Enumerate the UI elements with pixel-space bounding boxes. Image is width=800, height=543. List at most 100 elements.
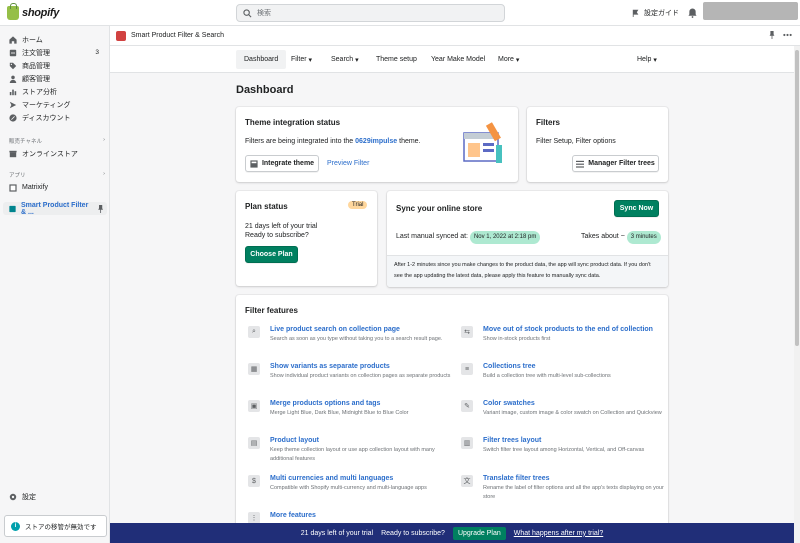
feature-item[interactable]: ▦ Show variants as separate products Show… [248, 362, 458, 381]
account-menu[interactable] [703, 2, 798, 20]
home-icon [9, 35, 17, 44]
sync-duration-value: 3 minutes [626, 231, 661, 244]
variants-icon: ▦ [248, 363, 260, 375]
preview-filter-link[interactable]: Preview Filter [327, 158, 369, 169]
feature-item[interactable]: ⌕ Live product search on collection page… [248, 325, 458, 344]
discount-icon [9, 113, 17, 122]
scrollbar[interactable] [794, 46, 800, 523]
feature-title[interactable]: Merge products options and tags [270, 399, 409, 409]
sidebar-item-settings[interactable]: 設定 [0, 490, 110, 503]
sidebar-item-orders[interactable]: 注文管理 3 [0, 46, 110, 59]
app-logo-icon [116, 30, 126, 41]
stock-icon: ⇆ [461, 326, 473, 338]
more-options-icon[interactable] [783, 31, 792, 39]
feature-title[interactable]: Show variants as separate products [270, 362, 450, 372]
plan-card-title: Plan status [245, 202, 288, 211]
chevron-right-icon[interactable]: › [103, 171, 105, 179]
chevron-right-icon[interactable]: › [103, 137, 105, 145]
trial-info-link[interactable]: What happens after my trial? [514, 530, 604, 537]
tab-filter[interactable]: Filter ▾ [283, 50, 320, 69]
feature-item[interactable]: ▣ Merge products options and tags Merge L… [248, 399, 458, 418]
pin-icon[interactable] [769, 31, 775, 39]
sidebar-item-analytics[interactable]: ストア分析 [0, 85, 110, 98]
help-menu[interactable]: Help ▾ [629, 50, 665, 69]
sidebar-item-discounts[interactable]: ディスカウント [0, 111, 110, 124]
feature-item[interactable]: 文 Translate filter trees Rename the label… [461, 474, 671, 502]
orders-icon [9, 49, 17, 56]
sidebar-item-label: 商品管理 [22, 62, 50, 70]
feature-item[interactable]: ▥ Filter trees layout Switch filter tree … [461, 436, 671, 455]
tab-dashboard[interactable]: Dashboard [236, 50, 287, 69]
tab-label: More [498, 56, 514, 63]
merge-icon: ▣ [248, 400, 260, 412]
theme-card-title: Theme integration status [245, 118, 341, 127]
search-input[interactable]: 検索 [236, 4, 505, 22]
theme-name-link[interactable]: 0629impulse [355, 138, 397, 145]
plan-status-card: Plan status Trial 21 days left of your t… [236, 191, 377, 286]
manager-filter-trees-button[interactable]: Manager Filter trees [572, 155, 659, 172]
feature-title[interactable]: Move out of stock products to the end of… [483, 325, 653, 335]
shopify-bag-icon [7, 3, 19, 20]
tab-theme-setup[interactable]: Theme setup [368, 50, 425, 69]
feature-item[interactable]: ✎ Color swatches Variant image, custom im… [461, 399, 671, 418]
feature-title[interactable]: Multi currencies and multi languages [270, 474, 427, 484]
page-title: Dashboard [236, 84, 294, 96]
columns-icon: ▥ [461, 437, 473, 449]
feature-title[interactable]: Collections tree [483, 362, 611, 372]
feature-title[interactable]: Color swatches [483, 399, 662, 409]
sidebar-item-home[interactable]: ホーム [0, 33, 110, 46]
theme-status-text: Filters are being integrated into the 06… [245, 136, 421, 147]
sales-channels-label: 販売チャネル [9, 139, 42, 145]
store-transfer-notice[interactable]: i ストアの移管が無効です [4, 515, 107, 537]
sidebar-item-online-store[interactable]: オンラインストア [0, 147, 110, 160]
sync-now-button[interactable]: Sync Now [614, 200, 659, 217]
choose-plan-button[interactable]: Choose Plan [245, 246, 298, 263]
banner-ready-text: Ready to subscribe? [381, 529, 445, 537]
tab-search[interactable]: Search ▾ [323, 50, 367, 69]
feature-item[interactable]: ⇆ Move out of stock products to the end … [461, 325, 671, 344]
tab-year-make-model[interactable]: Year Make Model [423, 50, 493, 69]
feature-desc: Build a collection tree with multi-level… [483, 373, 611, 379]
tag-icon [9, 62, 17, 69]
shopify-logo[interactable]: shopify [7, 3, 59, 20]
upgrade-plan-button[interactable]: Upgrade Plan [452, 526, 506, 540]
sidebar-item-smart-product-filter[interactable]: Smart Product Filter & ... [3, 202, 107, 216]
theme-icon [250, 159, 258, 168]
setup-guide-button[interactable]: 設定ガイド [632, 8, 679, 18]
app-header: Smart Product Filter & Search [110, 26, 800, 46]
tab-label: Year Make Model [431, 56, 486, 63]
feature-title[interactable]: Translate filter trees [483, 474, 671, 484]
feature-item[interactable]: ≡ Collections tree Build a collection tre… [461, 362, 671, 381]
sidebar-item-customers[interactable]: 顧客管理 [0, 72, 110, 85]
currency-icon: $ [248, 475, 260, 487]
filters-card-subtitle: Filter Setup, Filter options [536, 138, 616, 145]
last-synced-row: Last manual synced at: Nov 1, 2022 at 2:… [396, 231, 541, 244]
feature-title[interactable]: Filter trees layout [483, 436, 644, 446]
bell-icon[interactable] [688, 8, 697, 18]
filters-card-title: Filters [536, 118, 561, 127]
tab-more[interactable]: More ▾ [490, 50, 527, 69]
feature-title[interactable]: Product layout [270, 436, 458, 446]
pin-icon[interactable] [97, 204, 103, 213]
sync-duration-row: Takes about ~ 3 minutes [581, 231, 661, 244]
plan-ready-text: Ready to subscribe? [245, 232, 309, 239]
flag-icon [632, 9, 639, 17]
feature-title[interactable]: Live product search on collection page [270, 325, 442, 335]
feature-item[interactable]: $ Multi currencies and multi languages Co… [248, 474, 458, 493]
scroll-thumb[interactable] [795, 50, 799, 346]
sidebar-item-label: ストア分析 [22, 88, 57, 96]
feature-desc: Merge Light Blue, Dark Blue, Midnight Bl… [270, 410, 409, 416]
palette-icon: ✎ [461, 400, 473, 412]
tree-icon: ≡ [461, 363, 473, 375]
sidebar-item-label: 顧客管理 [22, 75, 50, 83]
manager-filter-trees-label: Manager Filter trees [588, 160, 655, 167]
feature-title[interactable]: More features [270, 511, 316, 521]
sidebar-item-products[interactable]: 商品管理 [0, 59, 110, 72]
gear-icon [9, 493, 17, 500]
sidebar-item-marketing[interactable]: マーケティング [0, 98, 110, 111]
integrate-theme-button[interactable]: Integrate theme [245, 155, 319, 172]
sync-card-title: Sync your online store [396, 204, 483, 213]
feature-item[interactable]: ▤ Product layout Keep theme collection la… [248, 436, 458, 464]
list-icon [576, 160, 585, 168]
sidebar-item-matrixify[interactable]: Matrixify [0, 181, 110, 194]
